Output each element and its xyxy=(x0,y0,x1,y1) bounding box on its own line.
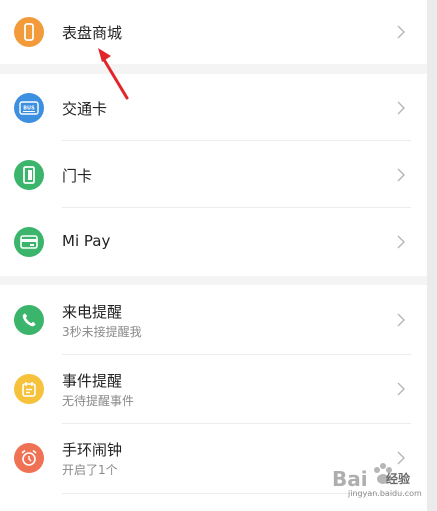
door-card-icon xyxy=(14,160,44,190)
chevron-right-icon xyxy=(397,235,405,249)
alarm-icon xyxy=(14,443,44,473)
list-item-mi-pay[interactable]: Mi Pay xyxy=(0,208,427,276)
item-title: 门卡 xyxy=(62,167,93,185)
chevron-right-icon xyxy=(397,313,405,327)
section-watch-faces: 表盘商城 xyxy=(0,0,427,64)
item-subtitle: 开启了1个 xyxy=(62,463,118,477)
watermark-url: jingyan.baidu.com xyxy=(348,489,422,498)
item-title: 来电提醒 xyxy=(62,303,123,321)
item-title: 事件提醒 xyxy=(62,372,123,390)
bus-card-icon: BUS xyxy=(14,93,44,123)
list-item-call-reminder[interactable]: 来电提醒 3秒未接提醒我 xyxy=(0,285,427,355)
annotation-arrow xyxy=(98,48,129,100)
item-title: 表盘商城 xyxy=(62,24,123,42)
chevron-right-icon xyxy=(397,25,405,39)
list-item-door-card[interactable]: 门卡 xyxy=(0,141,427,208)
watermark-text: 经验 xyxy=(386,472,411,486)
event-icon xyxy=(14,374,44,404)
wallet-icon xyxy=(14,227,44,257)
item-title: 交通卡 xyxy=(62,100,108,118)
chevron-right-icon xyxy=(397,168,405,182)
phone-icon xyxy=(14,305,44,335)
settings-page: 表盘商城 BUS 交通卡 门卡 Mi Pay 来电提醒 3秒未接提醒我 事件提醒… xyxy=(0,0,427,511)
item-title: Mi Pay xyxy=(62,232,111,250)
bus-label: BUS xyxy=(23,106,35,112)
list-item-event-reminder[interactable]: 事件提醒 无待提醒事件 xyxy=(0,355,427,424)
list-item-watch-face-store[interactable]: 表盘商城 xyxy=(0,0,427,64)
list-item-transit-card[interactable]: BUS 交通卡 xyxy=(0,74,427,141)
svg-text:Bai: Bai xyxy=(332,467,368,491)
item-subtitle: 无待提醒事件 xyxy=(62,394,135,408)
item-title: 手环闹钟 xyxy=(62,441,123,459)
section-cards: BUS 交通卡 门卡 Mi Pay xyxy=(0,74,427,276)
chevron-right-icon xyxy=(397,101,405,115)
item-subtitle: 3秒未接提醒我 xyxy=(62,325,142,339)
watch-icon xyxy=(14,17,44,47)
chevron-right-icon xyxy=(397,382,405,396)
page-edge xyxy=(427,0,437,511)
